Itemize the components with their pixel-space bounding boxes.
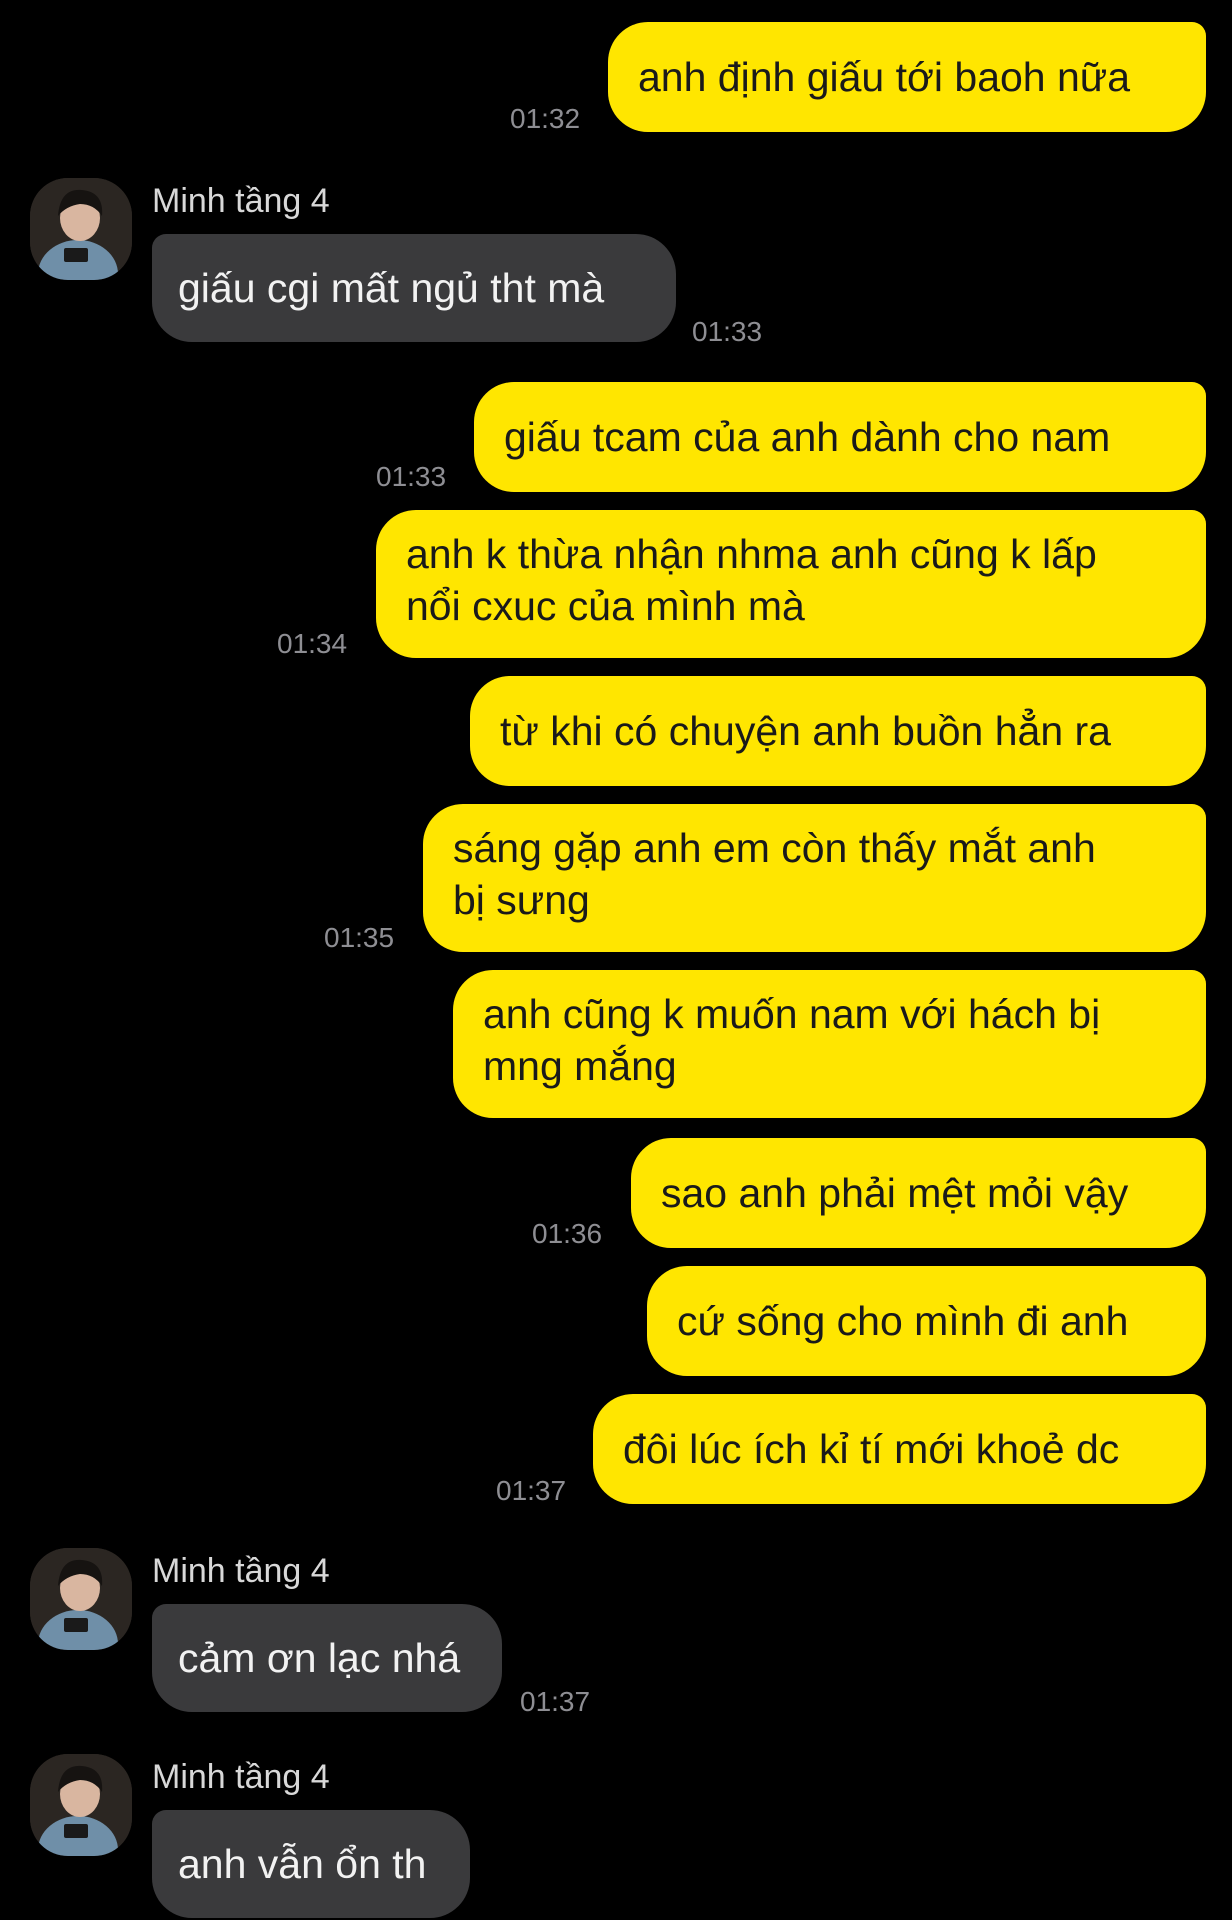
message-bubble-outgoing[interactable]: sao anh phải mệt mỏi vậy [631,1138,1206,1248]
message-bubble-incoming[interactable]: giấu cgi mất ngủ tht mà [152,234,676,342]
message-text: anh vẫn ổn th [178,1841,427,1887]
message-bubble-outgoing[interactable]: anh k thừa nhận nhma anh cũng k lấp nổi … [376,510,1206,658]
message-bubble-outgoing[interactable]: giấu tcam của anh dành cho nam [474,382,1206,492]
avatar-photo [30,1548,132,1650]
avatar-photo [30,1754,132,1856]
avatar-photo [30,178,132,280]
message-text: giấu cgi mất ngủ tht mà [178,265,605,311]
message-bubble-outgoing[interactable]: đôi lúc ích kỉ tí mới khoẻ dc [593,1394,1206,1504]
contact-name: Minh tầng 4 [152,1758,330,1796]
message-text: đôi lúc ích kỉ tí mới khoẻ dc [623,1426,1120,1472]
message-text: cảm ơn lạc nhá [178,1635,461,1681]
message-timestamp: 01:36 [532,1218,603,1249]
contact-name: Minh tầng 4 [152,182,330,220]
message-text: giấu tcam của anh dành cho nam [504,414,1111,460]
message-bubble-incoming[interactable]: anh vẫn ổn th [152,1810,470,1918]
message-bubble-outgoing[interactable]: anh cũng k muốn nam với hách bị mng mắng [453,970,1206,1118]
message-bubble-outgoing[interactable]: sáng gặp anh em còn thấy mắt anh bị sưng [423,804,1206,952]
message-bubble-outgoing[interactable]: cứ sống cho mình đi anh [647,1266,1206,1376]
message-text: cứ sống cho mình đi anh [677,1298,1129,1344]
message-timestamp: 01:37 [520,1686,591,1717]
message-timestamp: 01:37 [496,1475,567,1506]
message-text: anh k thừa nhận nhma anh cũng k lấp nổi … [406,531,1097,629]
contact-avatar[interactable] [30,1754,132,1856]
message-bubble-incoming[interactable]: cảm ơn lạc nhá [152,1604,502,1712]
message-text: sao anh phải mệt mỏi vậy [661,1170,1129,1216]
message-timestamp: 01:32 [510,103,581,134]
message-timestamp: 01:33 [376,461,447,492]
message-text: từ khi có chuyện anh buồn hẳn ra [500,708,1111,754]
message-timestamp: 01:33 [692,316,763,347]
message-text: anh định giấu tới baoh nữa [638,54,1131,100]
contact-avatar[interactable] [30,1548,132,1650]
message-text: sáng gặp anh em còn thấy mắt anh bị sưng [453,825,1096,923]
message-bubble-outgoing[interactable]: anh định giấu tới baoh nữa [608,22,1206,132]
message-timestamp: 01:34 [277,628,348,659]
message-text: anh cũng k muốn nam với hách bị mng mắng [483,991,1101,1089]
message-timestamp: 01:35 [324,922,395,953]
contact-name: Minh tầng 4 [152,1552,330,1590]
contact-avatar[interactable] [30,178,132,280]
message-bubble-outgoing[interactable]: từ khi có chuyện anh buồn hẳn ra [470,676,1206,786]
